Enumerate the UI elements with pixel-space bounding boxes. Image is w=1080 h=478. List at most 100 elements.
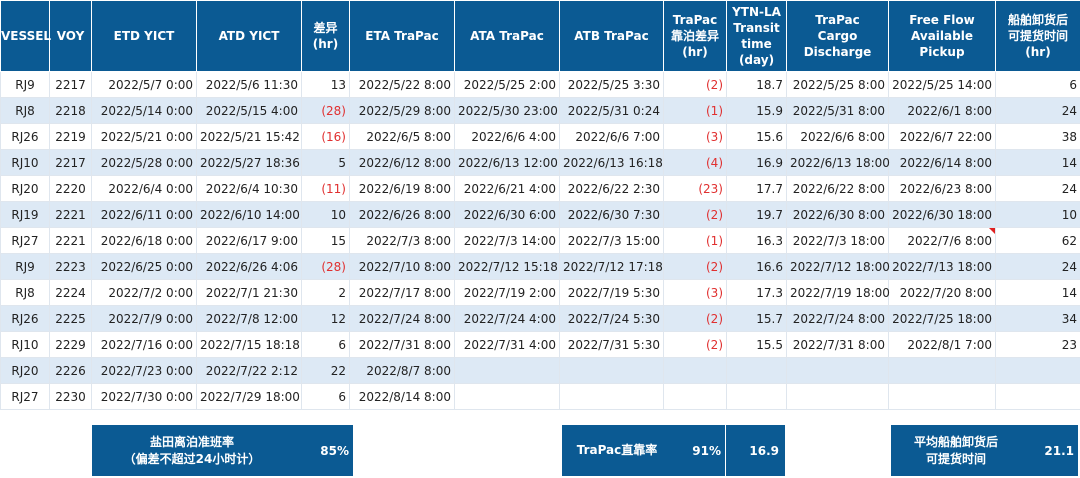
cell-eta-trapac: 2022/7/3 8:00 xyxy=(349,227,455,254)
cell-etd-yict: 2022/7/23 0:00 xyxy=(91,357,197,384)
cell-diff-hr: 10 xyxy=(301,201,350,228)
cell-berth-diff xyxy=(663,383,727,410)
cell-atb-trapac: 2022/6/6 7:00 xyxy=(559,123,664,150)
cell-eta-trapac: 2022/7/31 8:00 xyxy=(349,331,455,358)
cell-available-pickup: 2022/7/6 8:00 xyxy=(888,227,996,254)
cell-vessel: RJ19 xyxy=(0,201,50,228)
cell-etd-yict: 2022/7/16 0:00 xyxy=(91,331,197,358)
cell-atd-yict: 2022/6/10 14:00 xyxy=(196,201,302,228)
cell-vessel: RJ20 xyxy=(0,175,50,202)
cell-ata-trapac xyxy=(454,383,560,410)
cell-atd-yict: 2022/5/6 11:30 xyxy=(196,71,302,98)
table-row: RJ26 2225 2022/7/9 0:00 2022/7/8 12:00 12 202… xyxy=(0,305,1080,332)
cell-atd-yict: 2022/5/15 4:00 xyxy=(196,97,302,124)
cell-available-pickup: 2022/7/25 18:00 xyxy=(888,305,996,332)
cell-pickup-time: 14 xyxy=(995,149,1080,176)
cell-eta-trapac: 2022/8/14 8:00 xyxy=(349,383,455,410)
voyage-schedule-table: VESSEL VOY ETD YICT ATD YICT 差异 (hr) ETA… xyxy=(0,0,1080,410)
cell-ata-trapac: 2022/7/12 15:18 xyxy=(454,253,560,280)
header-pickup-time-text: 船舶卸货后 可提货时间 (hr) xyxy=(1007,13,1068,59)
cell-diff-hr: 5 xyxy=(301,149,350,176)
cell-berth-diff: (3) xyxy=(663,279,727,306)
cell-available-pickup: 2022/5/25 14:00 xyxy=(888,71,996,98)
cell-ata-trapac: 2022/6/6 4:00 xyxy=(454,123,560,150)
cell-pickup-time: 24 xyxy=(995,253,1080,280)
header-vessel: VESSEL xyxy=(0,0,52,72)
cell-transit-time: 16.6 xyxy=(726,253,787,280)
cell-ata-trapac: 2022/5/30 23:00 xyxy=(454,97,560,124)
table-row: RJ8 2218 2022/5/14 0:00 2022/5/15 4:00 (28) 2… xyxy=(0,97,1080,124)
avg-pickup-label: 平均船舶卸货后 可提货时间 xyxy=(913,434,998,466)
table-row: RJ20 2226 2022/7/23 0:00 2022/7/22 2:12 22 20… xyxy=(0,357,1080,384)
cell-pickup-time: 34 xyxy=(995,305,1080,332)
cell-vessel: RJ9 xyxy=(0,253,50,280)
cell-available-pickup: 2022/7/13 18:00 xyxy=(888,253,996,280)
header-eta-trapac: ETA TraPac xyxy=(349,0,455,72)
cell-etd-yict: 2022/5/28 0:00 xyxy=(91,149,197,176)
cell-cargo-discharge: 2022/7/24 8:00 xyxy=(786,305,889,332)
table-row: RJ10 2217 2022/5/28 0:00 2022/5/27 18:36 5 20… xyxy=(0,149,1080,176)
cell-cargo-discharge: 2022/6/13 18:00 xyxy=(786,149,890,176)
cell-berth-diff: (2) xyxy=(663,71,727,98)
cell-transit-time xyxy=(726,357,787,384)
cell-diff-hr: 22 xyxy=(301,357,350,384)
cell-voy: 2217 xyxy=(49,149,92,176)
header-cargo-discharge: TraPac Cargo Discharge xyxy=(786,0,889,72)
cell-voy: 2220 xyxy=(49,175,92,202)
trapac-direct-berth-label: TraPac直靠率 xyxy=(576,443,658,457)
cell-voy: 2229 xyxy=(49,331,92,358)
header-berth-diff-text: TraPac 靠泊差异 (hr) xyxy=(670,13,719,59)
cell-eta-trapac: 2022/7/24 8:00 xyxy=(349,305,455,332)
trapac-direct-berth-value: 91% xyxy=(692,443,721,458)
cell-eta-trapac: 2022/6/19 8:00 xyxy=(349,175,455,202)
cell-vessel: RJ8 xyxy=(0,279,50,306)
cell-transit-time: 16.3 xyxy=(726,227,787,254)
cell-diff-hr: (28) xyxy=(301,253,350,280)
cell-transit-time: 15.5 xyxy=(726,331,787,358)
cell-berth-diff xyxy=(663,357,727,384)
cell-diff-hr: 2 xyxy=(301,279,350,306)
cell-etd-yict: 2022/7/30 0:00 xyxy=(91,383,197,410)
cell-etd-yict: 2022/5/21 0:00 xyxy=(91,123,197,150)
cell-ata-trapac: 2022/7/3 14:00 xyxy=(454,227,560,254)
table-row: RJ10 2229 2022/7/16 0:00 2022/7/15 18:18 6 20… xyxy=(0,331,1080,358)
cell-pickup-time: 24 xyxy=(995,97,1080,124)
cell-transit-time: 15.7 xyxy=(726,305,787,332)
cell-atb-trapac: 2022/7/24 5:30 xyxy=(559,305,664,332)
cell-ata-trapac: 2022/6/21 4:00 xyxy=(454,175,560,202)
cell-vessel: RJ8 xyxy=(0,97,50,124)
cell-pickup-time: 14 xyxy=(995,279,1080,306)
cell-atd-yict: 2022/5/21 15:42 xyxy=(196,123,302,150)
cell-transit-time: 15.6 xyxy=(726,123,787,150)
header-etd-yict-text: ETD YICT xyxy=(113,29,175,43)
cell-etd-yict: 2022/6/18 0:00 xyxy=(91,227,197,254)
header-vessel-text: VESSEL xyxy=(1,29,52,43)
cell-voy: 2219 xyxy=(49,123,92,150)
cell-berth-diff: (2) xyxy=(663,331,727,358)
cell-atd-yict: 2022/7/1 21:30 xyxy=(196,279,302,306)
trapac-direct-berth-box: TraPac直靠率 91% xyxy=(562,425,725,476)
header-atb-trapac-text: ATB TraPac xyxy=(574,29,649,43)
cell-berth-diff: (2) xyxy=(663,201,727,228)
cell-voy: 2221 xyxy=(49,227,92,254)
cell-cargo-discharge: 2022/7/3 18:00 xyxy=(786,227,889,254)
cell-atb-trapac: 2022/5/25 3:30 xyxy=(559,71,664,98)
cell-atd-yict: 2022/6/17 9:00 xyxy=(196,227,302,254)
header-transit-time: YTN-LA Transit time (day) xyxy=(726,0,787,72)
cell-cargo-discharge: 2022/6/30 8:00 xyxy=(786,201,889,228)
cell-berth-diff: (2) xyxy=(663,305,727,332)
cell-diff-hr: 6 xyxy=(301,383,350,410)
cell-cargo-discharge: 2022/5/31 8:00 xyxy=(786,97,889,124)
cell-atb-trapac: 2022/7/3 15:00 xyxy=(559,227,664,254)
cell-atb-trapac: 2022/6/30 7:30 xyxy=(559,201,664,228)
cell-vessel: RJ10 xyxy=(0,149,50,176)
cell-pickup-time: 24 xyxy=(995,175,1080,202)
cell-etd-yict: 2022/6/4 0:00 xyxy=(91,175,197,202)
cell-atb-trapac: 2022/7/31 5:30 xyxy=(559,331,664,358)
cell-cargo-discharge: 2022/7/12 18:00 xyxy=(786,253,890,280)
cell-vessel: RJ26 xyxy=(0,305,50,332)
cell-atb-trapac: 2022/6/22 2:30 xyxy=(559,175,664,202)
cell-cargo-discharge: 2022/7/31 8:00 xyxy=(786,331,889,358)
cell-voy: 2221 xyxy=(49,201,92,228)
cell-ata-trapac: 2022/5/25 2:00 xyxy=(454,71,560,98)
